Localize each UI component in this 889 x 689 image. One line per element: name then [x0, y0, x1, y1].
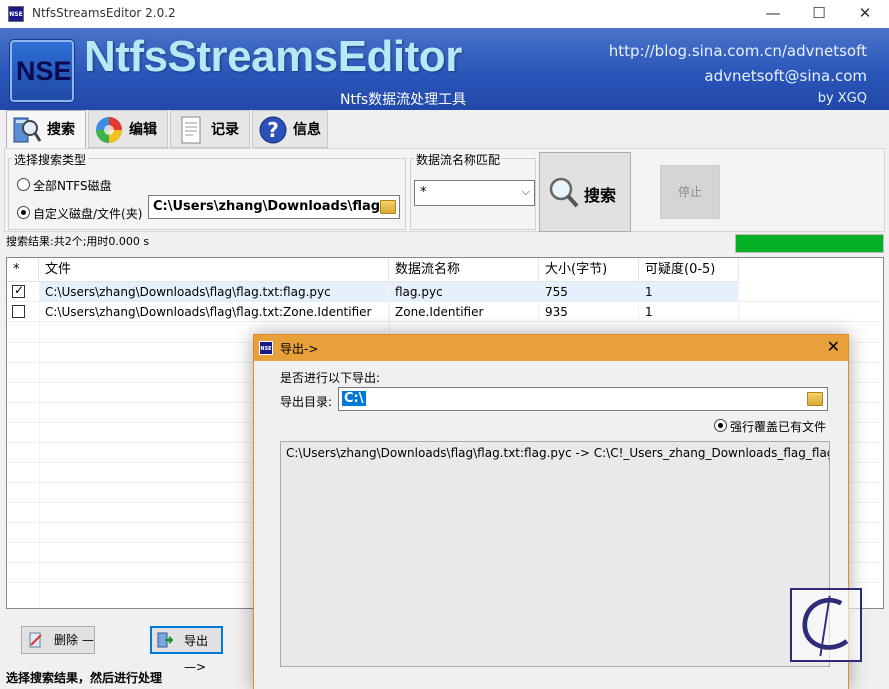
export-dialog: NSE 导出-> ✕ 是否进行以下导出: 导出目录: C:\ 强行覆盖已有文件 …	[253, 334, 849, 689]
help-icon: ?	[259, 116, 287, 144]
radio-all-disks-label: 全部NTFS磁盘	[33, 179, 112, 193]
row-size: 935	[539, 302, 639, 322]
export-preview-list[interactable]: C:\Users\zhang\Downloads\flag\flag.txt:f…	[280, 441, 830, 667]
radio-custom-path[interactable]	[17, 206, 30, 219]
tab-info-label: 信息	[293, 122, 321, 138]
row-file: C:\Users\zhang\Downloads\flag\flag.txt:f…	[39, 282, 389, 302]
folder-icon[interactable]	[380, 200, 396, 214]
status-hint: 选择搜索结果，然后进行处理	[6, 671, 163, 685]
export-dir-value: C:\	[342, 391, 366, 406]
tab-log-label: 记录	[211, 122, 239, 138]
delete-icon	[29, 632, 42, 648]
app-icon: NSE	[8, 6, 24, 22]
stream-match-value: *	[420, 185, 427, 200]
column-header-suspicion[interactable]: 可疑度(0-5)	[639, 258, 739, 282]
row-suspicion: 1	[639, 282, 739, 302]
column-header-check[interactable]: *	[7, 258, 39, 282]
maximize-button[interactable]: ☐	[796, 0, 842, 28]
tab-info[interactable]: ? 信息	[252, 110, 328, 148]
svg-text:?: ?	[267, 118, 279, 142]
row-stream: flag.pyc	[389, 282, 539, 302]
delete-button[interactable]: 删除 —	[21, 626, 95, 654]
search-button-label: 搜索	[584, 186, 617, 205]
column-header-file[interactable]: 文件	[39, 258, 389, 282]
chevron-down-icon: ⌵	[521, 185, 530, 198]
column-header-stream[interactable]: 数据流名称	[389, 258, 539, 282]
table-row[interactable]: C:\Users\zhang\Downloads\flag\flag.txt:f…	[7, 282, 883, 302]
row-suspicion: 1	[639, 302, 739, 322]
minimize-button[interactable]: —	[750, 0, 796, 28]
window-title: NtfsStreamsEditor 2.0.2	[32, 6, 176, 20]
brand-title: NtfsStreamsEditor	[84, 32, 462, 81]
dialog-body: 是否进行以下导出: 导出目录: C:\ 强行覆盖已有文件 C:\Users\zh…	[254, 361, 848, 689]
export-prompt: 是否进行以下导出:	[280, 371, 381, 385]
progress-fill	[736, 235, 883, 252]
folder-browse-icon[interactable]	[807, 392, 823, 406]
row-checkbox[interactable]	[12, 305, 25, 318]
tab-search[interactable]: 搜索	[6, 110, 86, 148]
search-type-label: 选择搜索类型	[12, 151, 89, 168]
globe-icon	[96, 117, 122, 143]
radio-all-disks[interactable]	[17, 178, 30, 191]
table-row[interactable]: C:\Users\zhang\Downloads\flag\flag.txt:Z…	[7, 302, 883, 322]
email-link[interactable]: advnetsoft@sina.com	[704, 67, 867, 85]
column-header-size[interactable]: 大小(字节)	[539, 258, 639, 282]
dialog-title-bar: NSE 导出-> ✕	[254, 335, 848, 361]
path-input[interactable]: C:\Users\zhang\Downloads\flag	[148, 195, 400, 219]
tab-edit-label: 编辑	[129, 122, 157, 138]
document-icon	[181, 116, 201, 144]
progress-bar	[735, 234, 884, 253]
row-size: 755	[539, 282, 639, 302]
watermark-logo	[790, 588, 862, 662]
export-preview-line: C:\Users\zhang\Downloads\flag\flag.txt:f…	[286, 446, 830, 460]
logo-text: NSE	[16, 56, 72, 86]
search-button[interactable]: 搜索	[539, 152, 631, 232]
row-file: C:\Users\zhang\Downloads\flag\flag.txt:Z…	[39, 302, 389, 322]
delete-button-label: 删除 —	[54, 633, 94, 647]
blog-link[interactable]: http://blog.sina.com.cn/advnetsoft	[609, 42, 867, 60]
export-button-label: 导出 —>	[184, 634, 209, 674]
dialog-close-button[interactable]: ✕	[827, 337, 840, 356]
overwrite-label: 强行覆盖已有文件	[730, 420, 827, 434]
nse-logo: NSE	[10, 40, 74, 102]
overwrite-option[interactable]	[714, 419, 727, 432]
author-byline: by XGQ	[817, 91, 867, 106]
row-stream: Zone.Identifier	[389, 302, 539, 322]
stop-button[interactable]: 停止	[660, 165, 720, 219]
close-button[interactable]: ✕	[842, 0, 888, 28]
dialog-app-icon: NSE	[259, 341, 273, 355]
export-icon	[157, 632, 174, 648]
tab-search-label: 搜索	[47, 122, 75, 138]
stream-match-label: 数据流名称匹配	[414, 151, 503, 168]
search-icon	[549, 177, 579, 208]
radio-custom-path-label: 自定义磁盘/文件(夹)	[33, 207, 143, 221]
tab-edit[interactable]: 编辑	[88, 110, 168, 148]
stream-match-combo[interactable]: * ⌵	[414, 180, 535, 206]
row-checkbox[interactable]	[12, 283, 25, 298]
dialog-title: 导出->	[280, 342, 319, 356]
export-dir-input[interactable]: C:\	[338, 387, 828, 411]
result-summary: 搜索结果:共2个;用时0.000 s	[6, 235, 150, 248]
column-divider	[39, 282, 40, 608]
export-button[interactable]: 导出 —>	[150, 626, 223, 674]
brand-subtitle: Ntfs数据流处理工具	[340, 92, 467, 108]
magnifier-icon	[13, 117, 42, 143]
tab-log[interactable]: 记录	[170, 110, 250, 148]
export-dir-label: 导出目录:	[280, 395, 333, 409]
